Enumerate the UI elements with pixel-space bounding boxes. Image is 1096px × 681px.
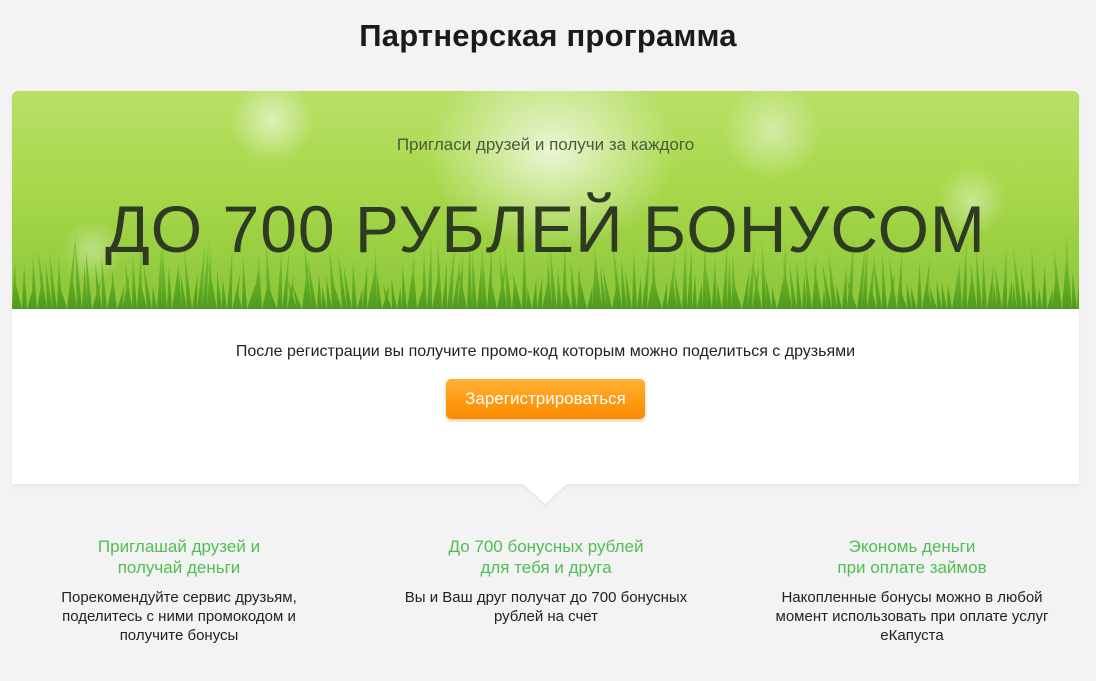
feature-text: Накопленные бонусы можно в любой момент …: [775, 589, 1049, 644]
feature-title: До 700 бонусных рублей для тебя и друга: [448, 537, 644, 577]
hero-banner: Пригласи друзей и получи за каждого ДО 7…: [12, 91, 1079, 309]
feature-save-money: Экономь деньги при оплате займов Накопле…: [742, 536, 1082, 645]
register-button[interactable]: Зарегистрироваться: [446, 379, 645, 419]
feature-text: Порекомендуйте сервис друзьям, поделитес…: [61, 589, 297, 644]
feature-title: Приглашай друзей и получай деньги: [97, 537, 261, 577]
promo-code-text: После регистрации вы получите промо-код …: [235, 343, 856, 360]
feature-text: Вы и Ваш друг получат до 700 бонусных ру…: [404, 589, 688, 625]
feature-title: Экономь деньги при оплате займов: [837, 537, 987, 577]
hero-headline: ДО 700 РУБЛЕЙ БОНУСОМ: [105, 192, 986, 266]
hero-subtitle: Пригласи друзей и получи за каждого: [396, 135, 695, 154]
partner-card: Пригласи друзей и получи за каждого ДО 7…: [12, 91, 1079, 484]
page-title: Партнерская программа: [359, 18, 737, 53]
feature-invite-friends: Приглашай друзей и получай деньги Пореко…: [9, 536, 349, 645]
card-pointer: [523, 484, 567, 504]
feature-bonus-rubles: До 700 бонусных рублей для тебя и друга …: [376, 536, 716, 626]
